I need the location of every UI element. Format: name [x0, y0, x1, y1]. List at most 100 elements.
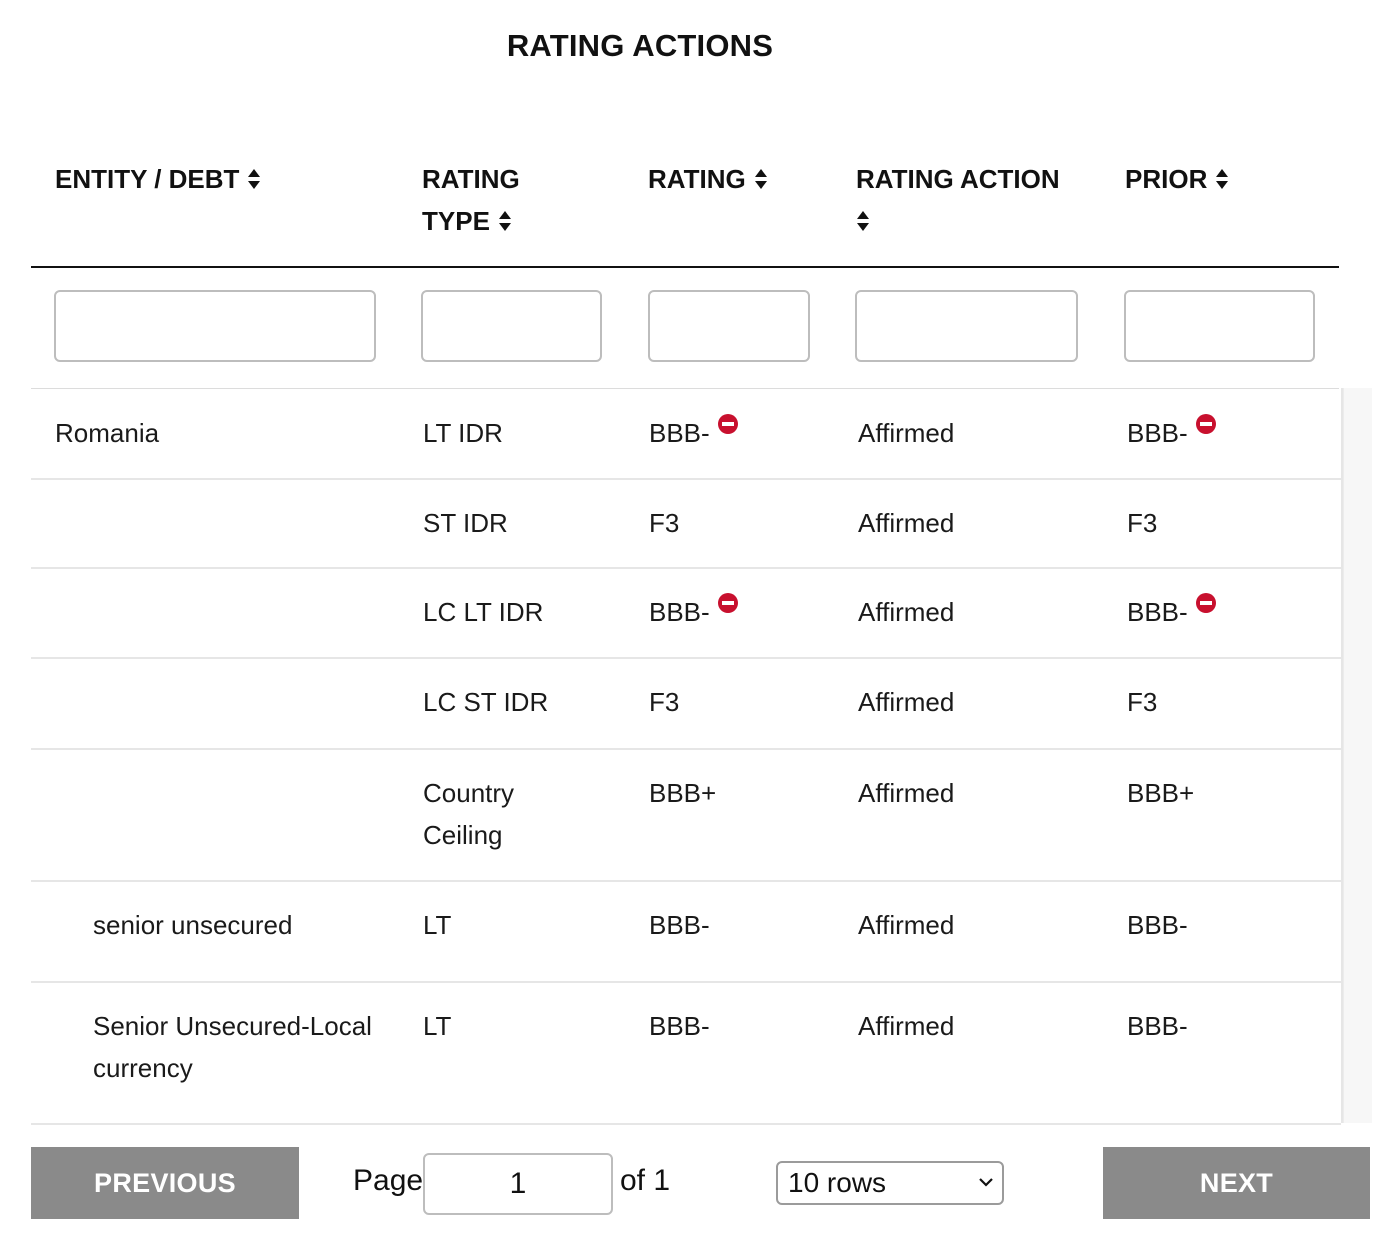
- rows-per-page-value: 10 rows: [788, 1167, 887, 1198]
- cell-rating-type: LT: [423, 904, 451, 946]
- column-header-label: PRIOR: [1125, 164, 1208, 194]
- cell-rating-type-line: LT: [423, 1011, 452, 1041]
- prior-value: F3: [1127, 508, 1158, 538]
- filter-input-rating[interactable]: [648, 290, 810, 362]
- column-header-entity-debt[interactable]: ENTITY / DEBT: [55, 158, 261, 200]
- cell-rating-type-line: LC LT IDR: [423, 597, 544, 627]
- cell-rating-type-line: ST IDR: [423, 508, 508, 538]
- column-header-label: RATING: [648, 164, 746, 194]
- cell-rating: F3: [649, 681, 679, 723]
- column-header-label: RATING: [422, 164, 520, 194]
- cell-entity-line: Senior Unsecured-Local: [93, 1011, 372, 1041]
- sort-icon: [754, 169, 767, 189]
- prior-value: BBB-: [1127, 910, 1188, 940]
- cell-entity: senior unsecured: [93, 904, 393, 946]
- column-header-rating[interactable]: RATING: [648, 158, 768, 200]
- cell-entity: Romania: [55, 412, 355, 454]
- cell-rating-action: Affirmed: [858, 508, 955, 538]
- rating-value: F3: [649, 508, 680, 538]
- page-number-input[interactable]: [423, 1153, 613, 1215]
- page-total-label: of 1: [620, 1164, 671, 1197]
- cell-entity: Senior Unsecured-Local currency: [93, 1005, 393, 1089]
- cell-rating-type: ST IDR: [423, 502, 508, 544]
- rating-value: BBB-: [649, 910, 710, 940]
- table-row[interactable]: Country Ceiling BBB+ Affirmed BBB+: [31, 748, 1341, 882]
- cell-prior: BBB-: [1127, 1005, 1188, 1047]
- column-header-label: TYPE: [422, 206, 490, 236]
- sort-icon: [498, 211, 511, 231]
- cell-rating: BBB-: [649, 412, 738, 454]
- rows-per-page-select[interactable]: 10 rows: [776, 1161, 1004, 1205]
- table-row[interactable]: senior unsecured LT BBB- Affirmed BBB-: [31, 880, 1341, 983]
- prior-value: BBB-: [1127, 597, 1188, 627]
- sort-icon: [1216, 169, 1229, 189]
- cell-rating-type-line: LC ST IDR: [423, 687, 549, 717]
- cell-rating: BBB-: [649, 904, 710, 946]
- table-header: ENTITY / DEBT RATING TYPE RATING RATING ACTI…: [31, 158, 1339, 268]
- filter-input-prior[interactable]: [1124, 290, 1315, 362]
- table-row[interactable]: ST IDR F3 Affirmed F3: [31, 478, 1341, 569]
- cell-rating-action: Affirmed: [858, 910, 955, 940]
- filter-input-entity-debt[interactable]: [54, 290, 376, 362]
- cell-rating-type: Country Ceiling: [423, 772, 514, 856]
- rating-value: BBB-: [649, 1011, 710, 1041]
- table-body: Romania LT IDR BBB- Affirmed BBB- ST IDR F3 Aff…: [31, 388, 1343, 1125]
- filter-input-rating-action[interactable]: [855, 290, 1078, 362]
- page-title: RATING ACTIONS: [506, 28, 774, 63]
- filter-input-rating-type[interactable]: [421, 290, 602, 362]
- cell-prior: BBB-: [1127, 412, 1216, 454]
- cell-entity-line: Romania: [55, 418, 160, 448]
- next-button[interactable]: NEXT: [1103, 1147, 1370, 1219]
- cell-prior: BBB+: [1127, 772, 1194, 814]
- table-row[interactable]: LC LT IDR BBB- Affirmed BBB-: [31, 567, 1341, 659]
- column-header-label: ENTITY / DEBT: [55, 164, 240, 194]
- cell-rating-type: LC LT IDR: [423, 591, 543, 633]
- cell-rating-type: LT IDR: [423, 412, 503, 454]
- column-header-rating-action[interactable]: RATING ACTION: [856, 158, 1096, 242]
- chevron-down-icon: [979, 1178, 993, 1187]
- cell-rating-type-line: Ceiling: [423, 820, 503, 850]
- prior-value: F3: [1127, 687, 1158, 717]
- cell-rating-type-line: Country: [423, 778, 515, 808]
- column-header-label: RATING ACTION: [856, 164, 1060, 194]
- rating-watch-negative-icon: [1195, 414, 1216, 434]
- pagination-bar: PREVIOUS Page of 1 10 rows NEXT: [0, 1146, 1400, 1226]
- cell-prior: BBB-: [1127, 591, 1216, 633]
- table-row[interactable]: Senior Unsecured-Local currency LT BBB- Affi…: [31, 981, 1341, 1125]
- cell-rating: F3: [649, 502, 679, 544]
- sort-icon: [857, 211, 869, 231]
- rating-watch-negative-icon: [717, 414, 738, 434]
- rating-value: BBB-: [649, 597, 710, 627]
- cell-rating-action: Affirmed: [858, 778, 955, 808]
- prior-value: BBB-: [1127, 1011, 1188, 1041]
- prior-value: BBB+: [1127, 778, 1195, 808]
- cell-rating-type: LT: [423, 1005, 451, 1047]
- previous-button[interactable]: PREVIOUS: [31, 1147, 299, 1219]
- cell-entity-line: currency: [93, 1053, 193, 1083]
- sort-icon: [248, 169, 261, 189]
- cell-rating-type-line: LT IDR: [423, 418, 503, 448]
- table-scrollbar[interactable]: [1343, 388, 1372, 1123]
- rating-watch-negative-icon: [717, 593, 738, 613]
- cell-rating: BBB+: [649, 772, 716, 814]
- cell-rating-action: Affirmed: [858, 687, 955, 717]
- cell-entity-line: senior unsecured: [93, 910, 293, 940]
- cell-prior: BBB-: [1127, 904, 1188, 946]
- cell-rating-action: Affirmed: [858, 597, 955, 627]
- rating-value: BBB-: [649, 418, 710, 448]
- page-label: Page: [353, 1164, 424, 1197]
- cell-rating: BBB-: [649, 1005, 710, 1047]
- cell-rating-type: LC ST IDR: [423, 681, 548, 723]
- rating-actions-page: RATING ACTIONS ENTITY / DEBT RATING TYPE RA…: [0, 0, 1400, 1250]
- cell-rating-type-line: LT: [423, 910, 452, 940]
- cell-rating-action: Affirmed: [858, 1011, 955, 1041]
- rating-value: BBB+: [649, 778, 717, 808]
- column-header-prior[interactable]: PRIOR: [1125, 158, 1229, 200]
- rating-watch-negative-icon: [1195, 593, 1216, 613]
- table-row[interactable]: Romania LT IDR BBB- Affirmed BBB-: [31, 388, 1341, 480]
- cell-prior: F3: [1127, 502, 1157, 544]
- table-row[interactable]: LC ST IDR F3 Affirmed F3: [31, 657, 1341, 750]
- prior-value: BBB-: [1127, 418, 1188, 448]
- column-header-rating-type[interactable]: RATING TYPE: [422, 158, 520, 242]
- rating-value: F3: [649, 687, 680, 717]
